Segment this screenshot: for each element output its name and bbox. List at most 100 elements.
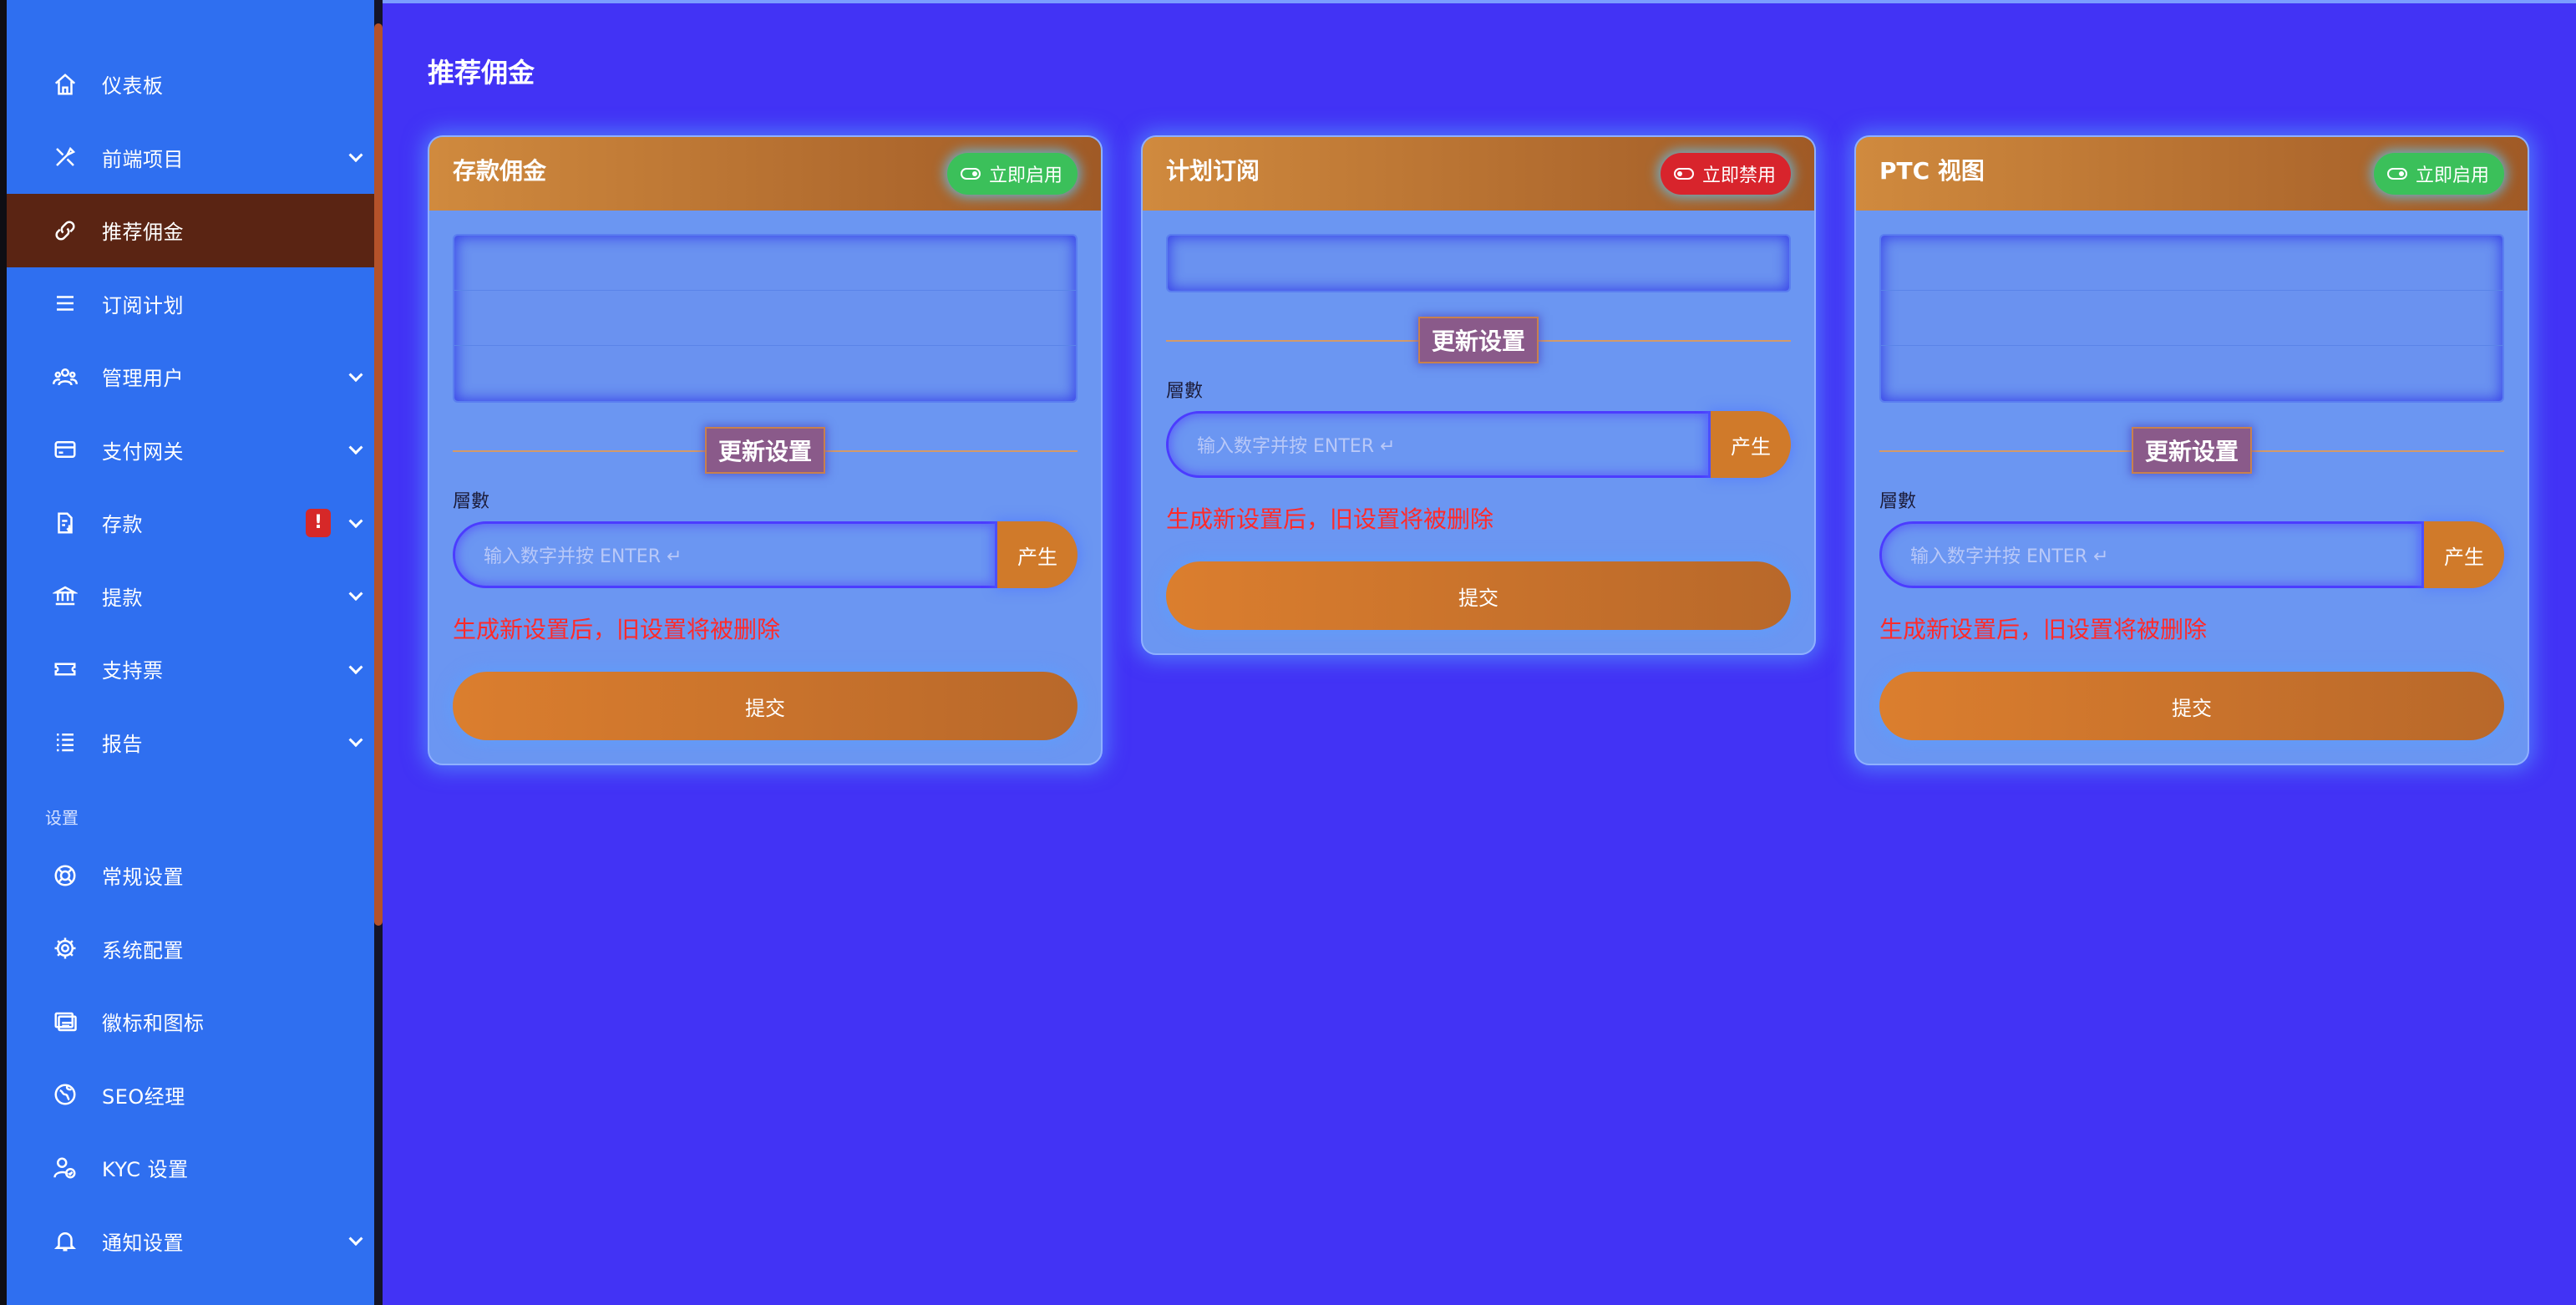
sidebar-item-deposits[interactable]: 存款 !	[7, 486, 381, 560]
sidebar-item-referral-commission[interactable]: 推荐佣金	[7, 194, 381, 267]
sidebar-item-notification-settings[interactable]: 通知设置	[7, 1205, 381, 1278]
update-settings-divider: 更新设置	[1166, 316, 1791, 364]
sidebar-item-label: 存款	[102, 513, 143, 537]
sidebar-item-label: 报告	[102, 732, 143, 756]
toggle-icon	[1673, 168, 1694, 180]
sidebar-item-label: SEO经理	[102, 1084, 185, 1109]
level-row	[454, 346, 1076, 401]
sidebar-item-label: 常规设置	[102, 866, 184, 890]
update-settings-divider: 更新设置	[1879, 426, 2504, 475]
toggle-icon	[2386, 168, 2407, 180]
sidebar-item-general-settings[interactable]: 常规设置	[7, 839, 381, 912]
card-title: 存款佣金	[453, 157, 547, 185]
levels-field-label: 層數	[453, 491, 490, 512]
toggle-label: 立即启用	[2415, 165, 2489, 186]
levels-input-group: 输入数字并按 ENTER ↵ 产生	[453, 521, 1078, 588]
sidebar-item-payment-gateways[interactable]: 支付网关	[7, 414, 381, 487]
divider-label: 更新设置	[2131, 427, 2252, 474]
globe-icon	[50, 1079, 80, 1110]
list-icon	[50, 288, 80, 318]
sidebar-item-kyc-settings[interactable]: KYC 设置	[7, 1131, 381, 1205]
link-icon	[50, 216, 80, 246]
submit-button[interactable]: 提交	[1879, 672, 2504, 740]
card-header: 存款佣金 立即启用	[429, 137, 1101, 211]
sidebar-item-reports[interactable]: 报告	[7, 706, 381, 779]
level-row	[1881, 291, 2502, 346]
disable-toggle-button[interactable]: 立即禁用	[1660, 153, 1791, 195]
sidebar-item-label: 管理用户	[102, 367, 184, 391]
sidebar-item-subscription-plans[interactable]: 订阅计划	[7, 267, 381, 341]
levels-input-group: 输入数字并按 ENTER ↵ 产生	[1879, 521, 2504, 588]
sidebar-item-label: KYC 设置	[102, 1158, 189, 1182]
submit-button[interactable]: 提交	[453, 672, 1078, 740]
divider-label: 更新设置	[1417, 317, 1539, 363]
card-header: 计划订阅 立即禁用	[1143, 137, 1814, 211]
enable-toggle-button[interactable]: 立即启用	[2373, 153, 2504, 195]
sidebar-item-logo-favicon[interactable]: 徽标和图标	[7, 985, 381, 1059]
levels-input[interactable]: 输入数字并按 ENTER ↵	[1879, 521, 2424, 588]
gear-icon	[50, 933, 80, 963]
levels-input-group: 输入数字并按 ENTER ↵ 产生	[1166, 411, 1791, 478]
divider-label: 更新设置	[704, 427, 825, 474]
chevron-down-icon	[348, 586, 363, 602]
levels-list	[1879, 234, 2504, 403]
generate-button[interactable]: 产生	[997, 521, 1078, 588]
card-title: PTC 视图	[1879, 157, 1985, 185]
sidebar-nav: 仪表板 前端项目 推荐佣金 订阅计划 管理用户 支付网关 存款 ! 提款 支持票…	[7, 48, 381, 1277]
card-ptc-view: PTC 视图 立即启用 更新设置 層數 输入数字并按 ENTER ↵ 产生 生成…	[1854, 135, 2529, 765]
sidebar-item-label: 支持票	[102, 659, 164, 683]
sidebar-item-system-config[interactable]: 系统配置	[7, 912, 381, 986]
bell-icon	[50, 1226, 80, 1256]
bank-icon	[50, 581, 80, 611]
sidebar-section-settings: 设置	[45, 808, 79, 828]
sidebar-scrollbar-track[interactable]	[374, 0, 383, 1305]
card-header: PTC 视图 立即启用	[1856, 137, 2528, 211]
enable-toggle-button[interactable]: 立即启用	[946, 153, 1078, 195]
sidebar-item-label: 通知设置	[102, 1231, 184, 1255]
levels-list	[1166, 234, 1791, 292]
toggle-icon	[960, 168, 981, 180]
sidebar-item-frontend[interactable]: 前端项目	[7, 121, 381, 195]
warning-text: 生成新设置后，旧设置将被删除	[453, 616, 781, 643]
sidebar-item-label: 提款	[102, 586, 143, 610]
generate-button[interactable]: 产生	[2424, 521, 2504, 588]
level-row	[1168, 236, 1789, 291]
chevron-down-icon	[348, 440, 363, 455]
level-row	[454, 236, 1076, 291]
chevron-down-icon	[348, 659, 363, 674]
sidebar-item-label: 徽标和图标	[102, 1012, 205, 1036]
sidebar-item-support-tickets[interactable]: 支持票	[7, 632, 381, 706]
card-body: 更新设置 層數 输入数字并按 ENTER ↵ 产生 生成新设置后，旧设置将被删除…	[1856, 211, 2528, 764]
sidebar-item-manage-users[interactable]: 管理用户	[7, 340, 381, 414]
sidebar-item-label: 订阅计划	[102, 293, 184, 317]
level-row	[1881, 236, 2502, 291]
card-deposit-commission: 存款佣金 立即启用 更新设置 層數 输入数字并按 ENTER ↵ 产生 生成新设…	[428, 135, 1103, 765]
chevron-down-icon	[348, 367, 363, 382]
sidebar-scrollbar-thumb[interactable]	[374, 23, 383, 926]
images-icon	[50, 1007, 80, 1037]
levels-input[interactable]: 输入数字并按 ENTER ↵	[1166, 411, 1711, 478]
report-icon	[50, 727, 80, 757]
lifebuoy-icon	[50, 861, 80, 891]
chevron-down-icon	[348, 733, 363, 748]
sidebar-item-label: 系统配置	[102, 938, 184, 962]
submit-button[interactable]: 提交	[1166, 561, 1791, 630]
deposit-icon	[50, 508, 80, 538]
levels-list	[453, 234, 1078, 403]
toggle-label: 立即禁用	[1701, 165, 1776, 186]
sidebar-item-seo-manager[interactable]: SEO经理	[7, 1059, 381, 1132]
sidebar-item-withdrawals[interactable]: 提款	[7, 560, 381, 633]
kyc-icon	[50, 1153, 80, 1183]
generate-button[interactable]: 产生	[1711, 411, 1791, 478]
levels-input[interactable]: 输入数字并按 ENTER ↵	[453, 521, 997, 588]
levels-field-label: 層數	[1166, 381, 1204, 402]
card-title: 计划订阅	[1166, 157, 1260, 185]
chevron-down-icon	[348, 148, 363, 163]
home-icon	[50, 69, 80, 99]
chevron-down-icon	[348, 1231, 363, 1247]
sidebar-item-label: 仪表板	[102, 74, 164, 99]
level-row	[1881, 346, 2502, 401]
sidebar-item-dashboard[interactable]: 仪表板	[7, 48, 381, 121]
users-icon	[50, 362, 80, 392]
sidebar-item-label: 前端项目	[102, 147, 184, 171]
